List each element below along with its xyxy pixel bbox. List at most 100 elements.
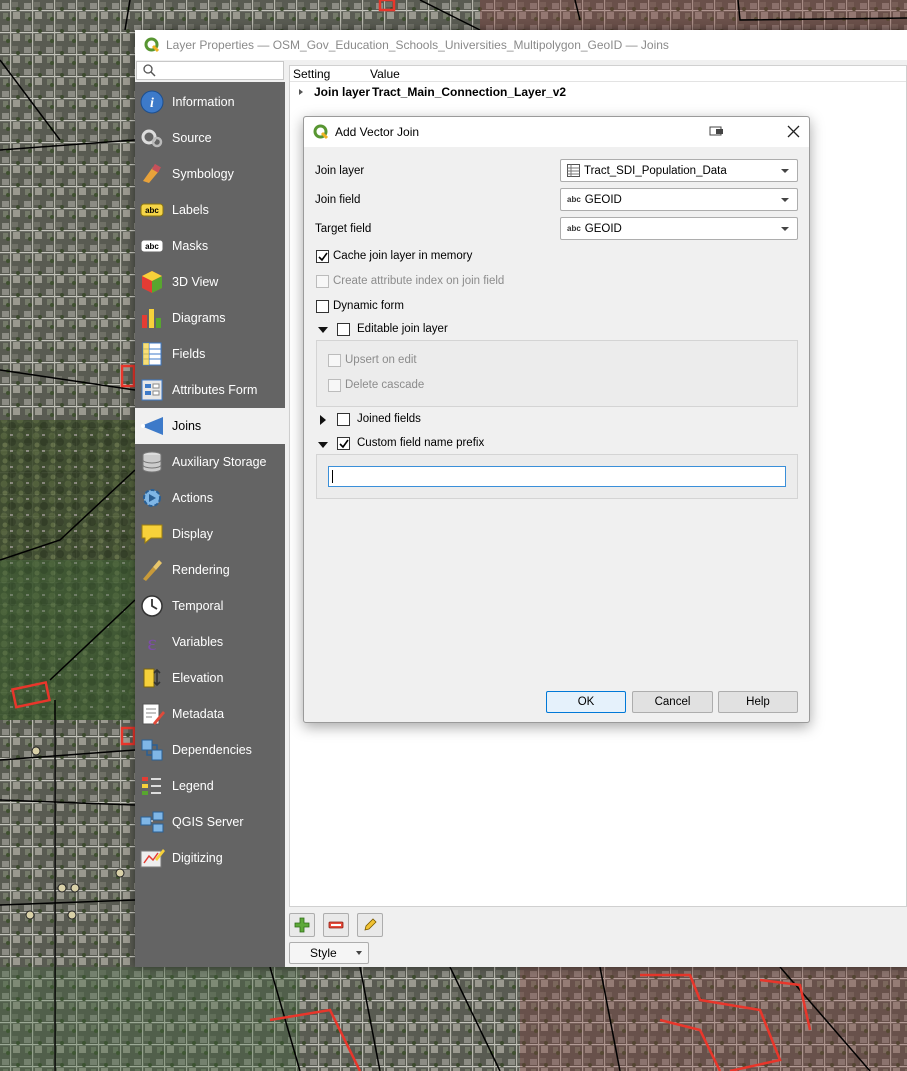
- variables-icon: ε: [139, 629, 165, 655]
- actions-icon: [139, 485, 165, 511]
- sidebar-item-labels[interactable]: abc Labels: [135, 192, 285, 228]
- window-title: Layer Properties — OSM_Gov_Education_Sch…: [166, 38, 669, 52]
- cache-join-layer-label[interactable]: Cache join layer in memory: [333, 250, 472, 262]
- sidebar-item-elevation[interactable]: Elevation: [135, 660, 285, 696]
- add-join-button[interactable]: [289, 913, 315, 937]
- sidebar-item-label: Auxiliary Storage: [172, 455, 267, 469]
- sidebar-item-source[interactable]: Source: [135, 120, 285, 156]
- sidebar-item-fields[interactable]: Fields: [135, 336, 285, 372]
- sidebar-item-dependencies[interactable]: Dependencies: [135, 732, 285, 768]
- masks-icon: abc: [139, 233, 165, 259]
- prefix-text-input[interactable]: [328, 466, 786, 487]
- target-field-combobox[interactable]: abc GEOID: [560, 217, 798, 240]
- sidebar-item-metadata[interactable]: Metadata: [135, 696, 285, 732]
- delete-cascade-label: Delete cascade: [345, 379, 425, 391]
- sidebar-item-label: Source: [172, 131, 212, 145]
- join-field-label: Join field: [315, 194, 361, 206]
- source-icon: [139, 125, 165, 151]
- sidebar-item-label: Diagrams: [172, 311, 226, 325]
- cancel-button[interactable]: Cancel: [632, 691, 713, 713]
- sidebar-item-variables[interactable]: ε Variables: [135, 624, 285, 660]
- column-header-setting[interactable]: Setting: [293, 67, 330, 81]
- joined-fields-checkbox[interactable]: [337, 413, 350, 426]
- temporal-icon: [139, 593, 165, 619]
- chevron-down-icon: [781, 198, 789, 202]
- sidebar-item-auxiliary-storage[interactable]: Auxiliary Storage: [135, 444, 285, 480]
- minus-icon: [328, 921, 344, 929]
- chevron-down-icon: [781, 227, 789, 231]
- qgis-logo-icon: [144, 37, 160, 53]
- collapse-arrow-icon[interactable]: [318, 327, 328, 333]
- svg-text:abc: abc: [145, 242, 159, 251]
- attribute-index-label: Create attribute index on join field: [333, 275, 505, 287]
- custom-prefix-checkbox[interactable]: [337, 437, 350, 450]
- column-header-value[interactable]: Value: [370, 67, 400, 81]
- join-tree-item[interactable]: Join layer Tract_Main_Connection_Layer_v…: [290, 83, 906, 101]
- sidebar-search-input[interactable]: [136, 61, 284, 80]
- text-caret: [332, 470, 333, 483]
- upsert-on-edit-checkbox: [328, 354, 341, 367]
- chevron-down-icon: [781, 169, 789, 173]
- sidebar-item-masks[interactable]: abc Masks: [135, 228, 285, 264]
- sidebar-item-3d-view[interactable]: 3D View: [135, 264, 285, 300]
- sidebar-item-rendering[interactable]: Rendering: [135, 552, 285, 588]
- dynamic-form-label[interactable]: Dynamic form: [333, 300, 404, 312]
- sidebar-item-attributes-form[interactable]: Attributes Form: [135, 372, 285, 408]
- edit-join-button[interactable]: [357, 913, 383, 937]
- sidebar-item-display[interactable]: Display: [135, 516, 285, 552]
- sidebar-item-symbology[interactable]: Symbology: [135, 156, 285, 192]
- sidebar-item-label: Symbology: [172, 167, 234, 181]
- sidebar-item-diagrams[interactable]: Diagrams: [135, 300, 285, 336]
- cache-join-layer-checkbox[interactable]: [316, 250, 329, 263]
- sidebar-item-qgis-server[interactable]: QGIS Server: [135, 804, 285, 840]
- sidebar-item-label: Rendering: [172, 563, 230, 577]
- 3d-view-icon: [139, 269, 165, 295]
- restore-window-icon[interactable]: [709, 124, 725, 138]
- labels-icon: abc: [139, 197, 165, 223]
- join-layer-value: Tract_SDI_Population_Data: [584, 164, 727, 177]
- editable-join-layer-checkbox[interactable]: [337, 323, 350, 336]
- join-layer-combobox[interactable]: Tract_SDI_Population_Data: [560, 159, 798, 182]
- join-field-combobox[interactable]: abc GEOID: [560, 188, 798, 211]
- close-icon[interactable]: [787, 125, 800, 138]
- help-button[interactable]: Help: [718, 691, 798, 713]
- expand-arrow-icon[interactable]: [299, 89, 303, 95]
- plus-icon: [294, 917, 310, 933]
- sidebar-item-temporal[interactable]: Temporal: [135, 588, 285, 624]
- window-title-bar[interactable]: Layer Properties — OSM_Gov_Education_Sch…: [135, 30, 907, 60]
- sidebar-item-information[interactable]: i Information: [135, 84, 285, 120]
- metadata-icon: [139, 701, 165, 727]
- checkmark-icon: [339, 439, 349, 449]
- digitizing-icon: [139, 845, 165, 871]
- joins-icon: [139, 413, 165, 439]
- editable-join-layer-label[interactable]: Editable join layer: [357, 323, 448, 335]
- string-field-icon: abc: [567, 195, 581, 204]
- rendering-icon: [139, 557, 165, 583]
- qgis-server-icon: [139, 809, 165, 835]
- elevation-icon: [139, 665, 165, 691]
- sidebar-item-label: Actions: [172, 491, 213, 505]
- joined-fields-label[interactable]: Joined fields: [357, 413, 421, 425]
- custom-prefix-label[interactable]: Custom field name prefix: [357, 437, 484, 449]
- sidebar-item-actions[interactable]: Actions: [135, 480, 285, 516]
- attributes-form-icon: [139, 377, 165, 403]
- sidebar-item-label: Fields: [172, 347, 206, 361]
- dialog-title-bar[interactable]: Add Vector Join: [304, 117, 809, 147]
- join-setting-label: Join layer: [314, 85, 371, 99]
- remove-join-button[interactable]: [323, 913, 349, 937]
- upsert-on-edit-label: Upsert on edit: [345, 354, 417, 366]
- sidebar-item-legend[interactable]: Legend: [135, 768, 285, 804]
- dynamic-form-checkbox[interactable]: [316, 300, 329, 313]
- collapse-arrow-icon[interactable]: [318, 442, 328, 448]
- join-field-value: GEOID: [584, 193, 622, 206]
- search-icon: [143, 64, 156, 77]
- editable-join-group: Upsert on edit Delete cascade: [316, 340, 798, 407]
- target-field-value: GEOID: [584, 222, 622, 235]
- style-dropdown-button[interactable]: Style: [289, 942, 369, 964]
- sidebar-item-joins[interactable]: Joins: [135, 408, 285, 444]
- sidebar-item-label: Digitizing: [172, 851, 223, 865]
- sidebar-item-digitizing[interactable]: Digitizing: [135, 840, 285, 876]
- sidebar-item-label: Variables: [172, 635, 224, 649]
- ok-button[interactable]: OK: [546, 691, 626, 713]
- expand-arrow-icon[interactable]: [320, 415, 326, 425]
